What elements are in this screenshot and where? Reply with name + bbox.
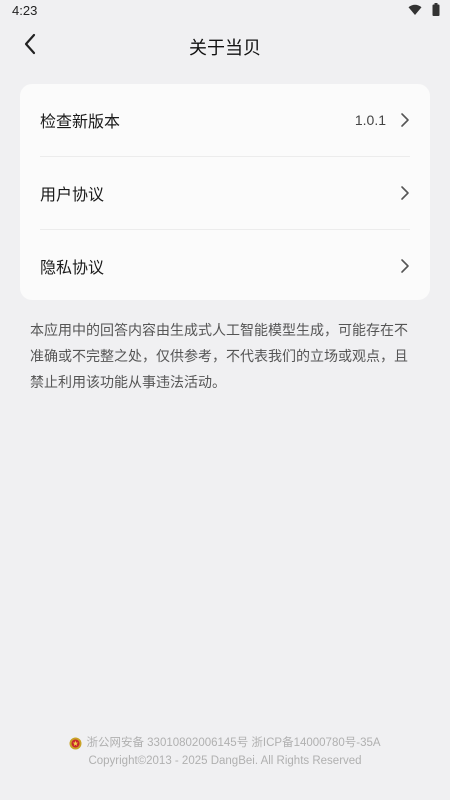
chevron-right-icon [400,185,410,201]
status-time: 4:23 [12,3,38,18]
menu-card: 检查新版本 1.0.1 用户协议 隐私协议 [20,84,430,300]
menu-item-privacy-agreement[interactable]: 隐私协议 [40,229,410,302]
chevron-right-icon [400,112,410,128]
menu-item-label: 检查新版本 [40,112,121,131]
status-bar: 4:23 [0,0,450,22]
footer: 浙公网安备 33010802006145号 浙ICP备14000780号-35A… [0,734,450,770]
nav-bar: 关于当贝 [0,22,450,70]
chevron-right-icon [400,258,410,274]
version-value: 1.0.1 [354,112,386,128]
footer-record-line: 浙公网安备 33010802006145号 浙ICP备14000780号-35A [0,734,450,752]
footer-record-text[interactable]: 浙公网安备 33010802006145号 浙ICP备14000780号-35A [86,734,380,752]
menu-item-check-update[interactable]: 检查新版本 1.0.1 [40,84,410,156]
ai-disclaimer: 本应用中的回答内容由生成式人工智能模型生成，可能存在不准确或不完整之处，仅供参考… [30,323,408,391]
menu-item-label: 用户协议 [40,185,105,204]
battery-icon [432,3,440,16]
page-title: 关于当贝 [189,38,261,59]
menu-item-label: 隐私协议 [40,258,105,277]
menu-item-user-agreement[interactable]: 用户协议 [40,156,410,229]
police-emblem-icon [69,737,82,750]
status-icons [408,3,440,16]
wifi-icon [408,4,422,16]
footer-copyright: Copyright©2013 - 2025 DangBei. All Right… [88,755,362,767]
